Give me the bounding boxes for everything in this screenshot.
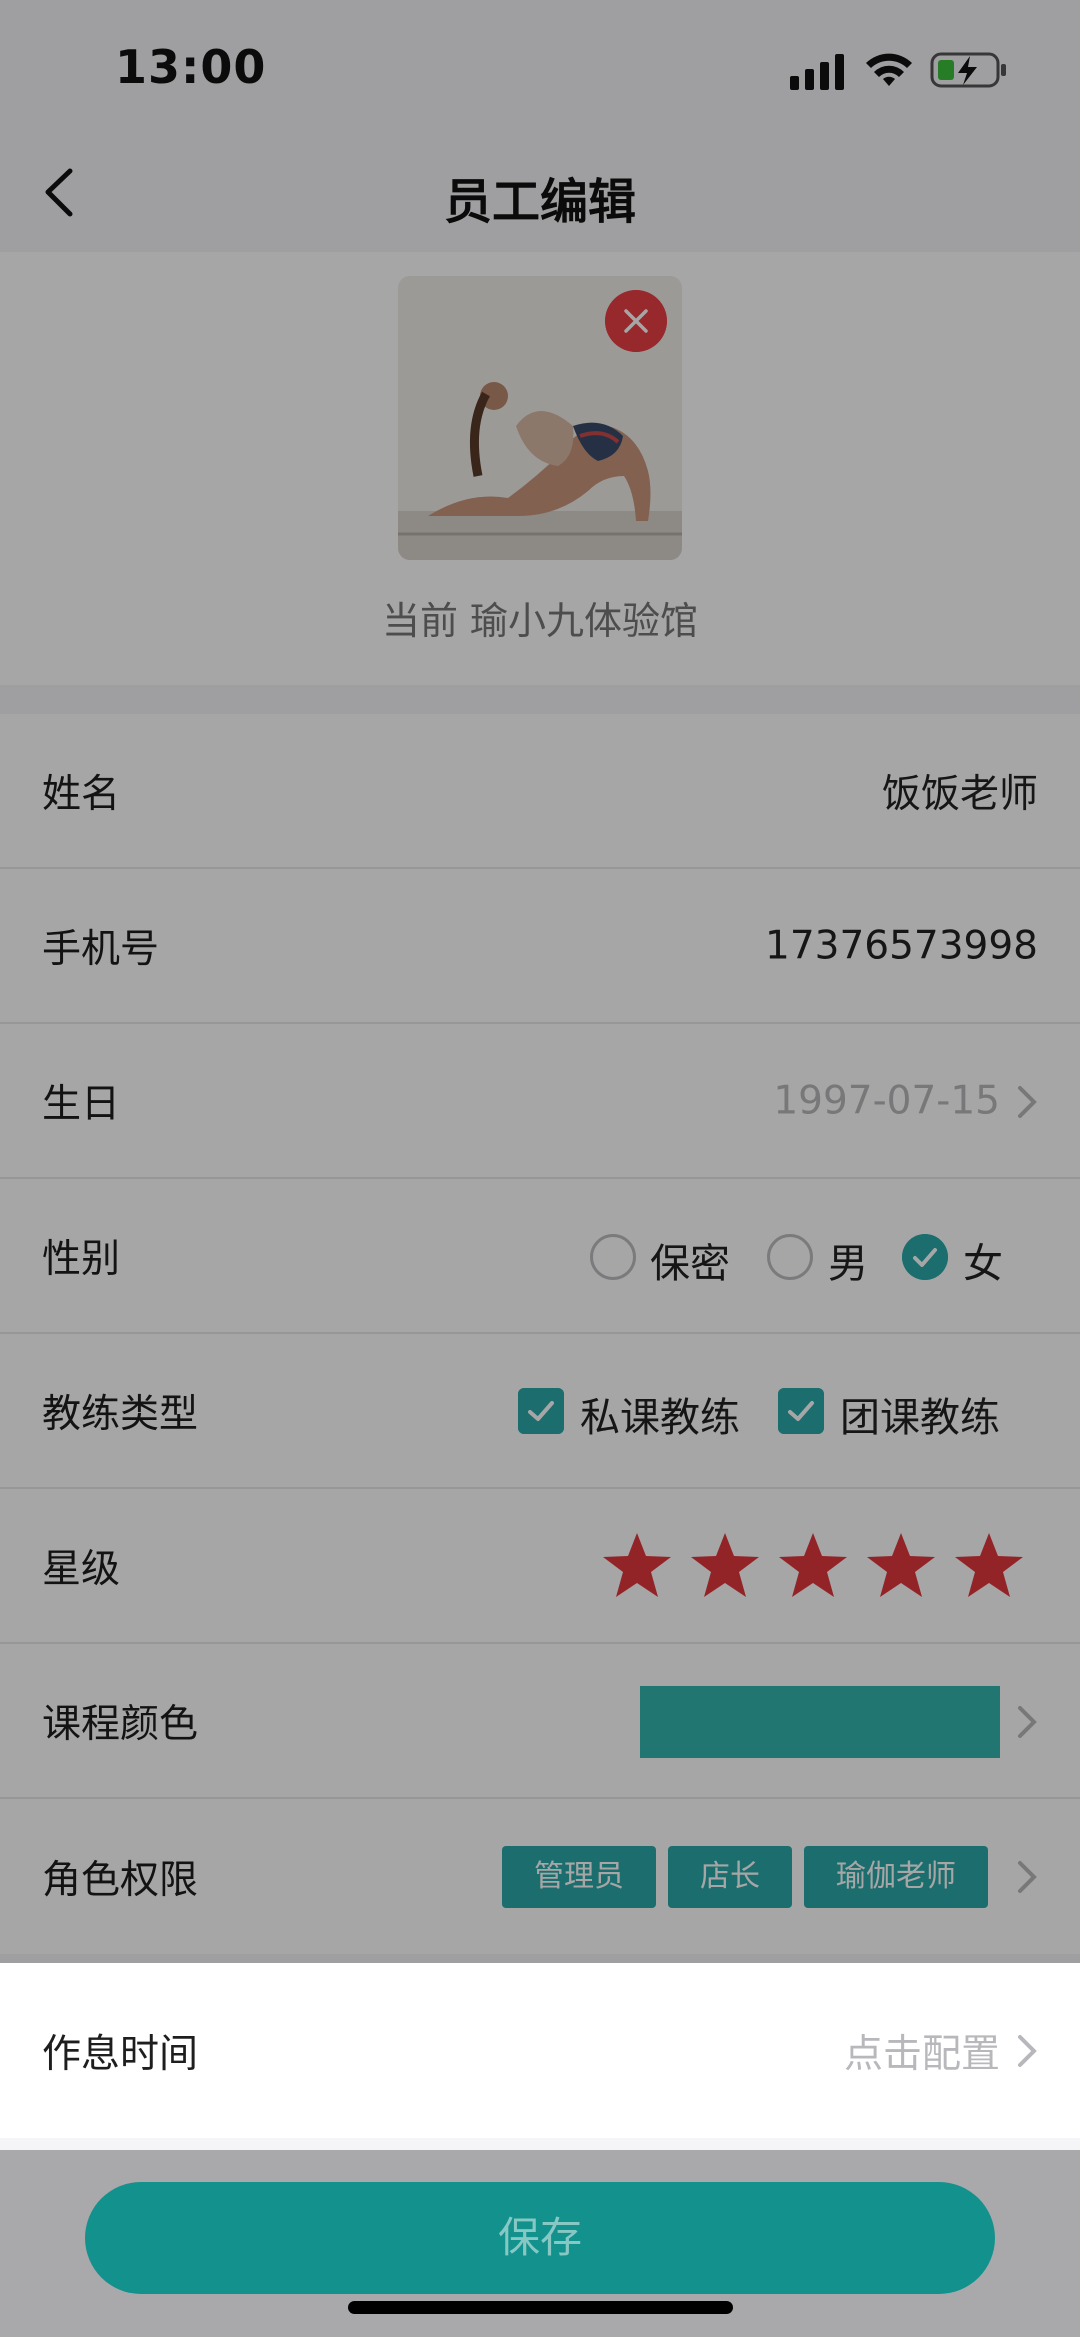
role-tag-yoga-teacher: 瑜伽老师 (804, 1846, 988, 1908)
current-shop: 当前 瑜小九体验馆 (0, 590, 1080, 645)
gender-radio-secret[interactable] (590, 1234, 636, 1280)
group-coach-checkbox[interactable] (778, 1388, 824, 1434)
star-icon[interactable] (688, 1530, 762, 1600)
gender-label: 性别 (42, 1236, 121, 1282)
private-coach-checkbox[interactable] (518, 1388, 564, 1434)
role-tag-admin: 管理员 (502, 1846, 656, 1908)
status-time: 13:00 (115, 40, 267, 94)
phone-row[interactable]: 手机号 17376573998 (0, 869, 1080, 1024)
role-tag-manager: 店长 (668, 1846, 792, 1908)
name-row[interactable]: 姓名 饭饭老师 (0, 714, 1080, 869)
gender-option-secret[interactable]: 保密 (650, 1231, 730, 1289)
star-icon[interactable] (776, 1530, 850, 1600)
course-color-row[interactable]: 课程颜色 (0, 1644, 1080, 1799)
page-title: 员工编辑 (443, 174, 636, 230)
private-coach-label[interactable]: 私课教练 (580, 1385, 740, 1443)
shop-name: 瑜小九体验馆 (470, 599, 699, 643)
chevron-right-icon (1018, 1086, 1037, 1118)
roles-row[interactable]: 角色权限 管理员 店长 瑜伽老师 (0, 1799, 1080, 1954)
gender-option-male[interactable]: 男 (828, 1231, 868, 1289)
save-button[interactable]: 保存 (85, 2182, 995, 2294)
course-color-swatch[interactable] (640, 1686, 1000, 1758)
battery-charging-icon (930, 52, 1006, 88)
star-level-label: 星级 (42, 1546, 121, 1592)
roles-label: 角色权限 (42, 1857, 199, 1903)
birthday-row[interactable]: 生日 1997-07-15 (0, 1024, 1080, 1179)
rest-time-label: 作息时间 (42, 2031, 199, 2077)
birthday-label: 生日 (42, 1081, 121, 1127)
chevron-right-icon (1018, 1706, 1037, 1738)
birthday-value[interactable]: 1997-07-15 (773, 1078, 1000, 1123)
wifi-icon (866, 53, 912, 86)
phone-label: 手机号 (42, 926, 160, 972)
gender-radio-male[interactable] (767, 1234, 813, 1280)
name-label: 姓名 (42, 771, 121, 817)
name-value[interactable]: 饭饭老师 (882, 763, 1038, 819)
course-color-label: 课程颜色 (42, 1701, 199, 1747)
rest-time-value[interactable]: 点击配置 (844, 2023, 1000, 2079)
chevron-right-icon (1018, 1861, 1037, 1893)
gender-row: 性别 保密 男 女 (0, 1179, 1080, 1334)
cellular-signal-icon (790, 54, 844, 90)
coach-type-row: 教练类型 私课教练 团课教练 (0, 1334, 1080, 1489)
shop-prefix: 当前 (381, 599, 458, 643)
gender-radio-female-checked[interactable] (902, 1234, 948, 1280)
rest-time-row[interactable]: 作息时间 点击配置 (0, 1963, 1080, 2138)
star-icon[interactable] (864, 1530, 938, 1600)
home-indicator (348, 2301, 733, 2314)
star-icon[interactable] (952, 1530, 1026, 1600)
remove-photo-button[interactable] (605, 290, 667, 352)
chevron-right-icon (1018, 2035, 1037, 2067)
phone-value[interactable]: 17376573998 (765, 923, 1038, 968)
star-level-row: 星级 (0, 1489, 1080, 1644)
group-coach-label[interactable]: 团课教练 (840, 1385, 1000, 1443)
coach-type-label: 教练类型 (42, 1391, 199, 1437)
star-icon[interactable] (600, 1530, 674, 1600)
gender-option-female[interactable]: 女 (963, 1231, 1003, 1289)
